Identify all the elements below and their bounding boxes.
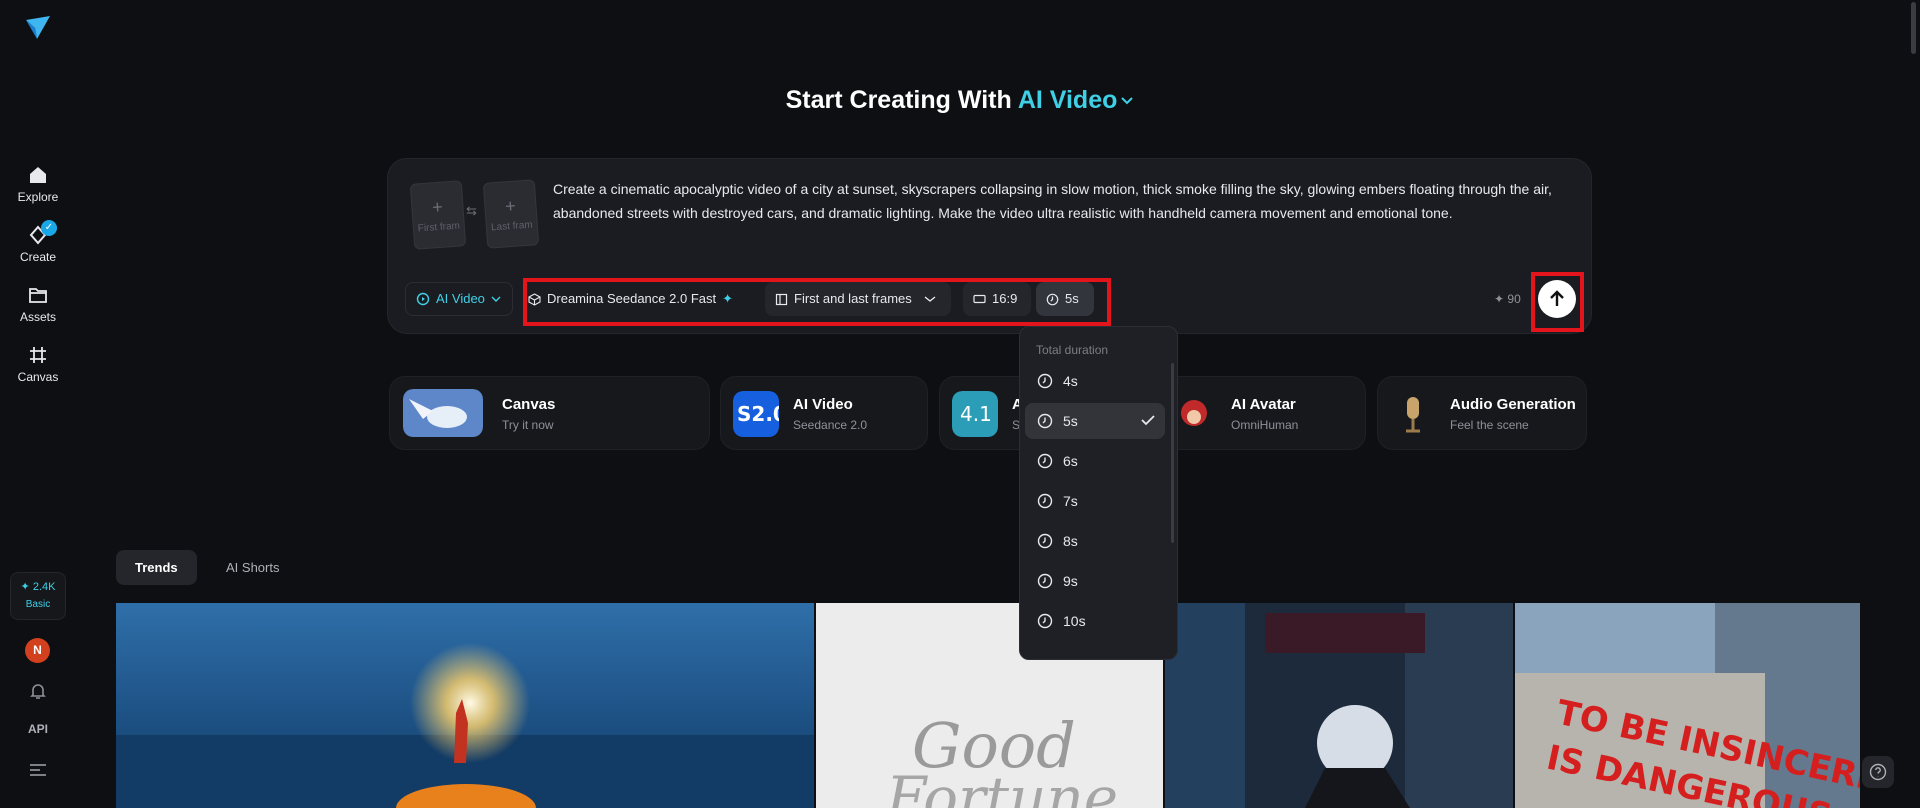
gallery-tile-glowing-sky[interactable] bbox=[116, 603, 814, 808]
feature-card-ai-avatar[interactable]: AI Avatar OmniHuman bbox=[1158, 376, 1366, 450]
sidebar-item-create[interactable]: ✓ Create bbox=[0, 220, 76, 264]
feature-title: Audio Generation bbox=[1450, 396, 1576, 413]
clock-icon bbox=[1037, 493, 1053, 509]
check-icon bbox=[1141, 415, 1155, 426]
feature-card-audio[interactable]: Audio Generation Feel the scene bbox=[1377, 376, 1587, 450]
option-label: 8s bbox=[1063, 533, 1078, 549]
feature-title: Canvas bbox=[502, 396, 556, 413]
sidebar-item-assets[interactable]: Assets bbox=[0, 284, 76, 324]
sidebar-item-label: Explore bbox=[17, 190, 59, 204]
model-4-1-thumbnail: 4.1 bbox=[952, 391, 998, 437]
clock-icon bbox=[1037, 373, 1053, 389]
duration-option-5s[interactable]: 5s bbox=[1025, 403, 1165, 439]
clock-icon bbox=[1037, 413, 1053, 429]
feature-card-ai-video[interactable]: S2.0 AI Video Seedance 2.0 bbox=[720, 376, 928, 450]
canvas-icon bbox=[30, 347, 46, 363]
duration-option-4s[interactable]: 4s bbox=[1025, 363, 1165, 399]
prompt-input[interactable]: Create a cinematic apocalyptic video of … bbox=[553, 177, 1573, 225]
prompt-card: + First fram ⇆ + Last fram Create a cine… bbox=[387, 158, 1592, 334]
clock-icon bbox=[1037, 573, 1053, 589]
question-icon bbox=[1869, 763, 1887, 781]
credits-count: ✦ 2.4K bbox=[20, 581, 56, 593]
feature-title: AI Avatar bbox=[1231, 396, 1296, 413]
title-prefix: Start Creating With bbox=[785, 86, 1012, 114]
clock-icon bbox=[1037, 533, 1053, 549]
clock-icon bbox=[1037, 453, 1053, 469]
plus-icon: + bbox=[431, 196, 444, 218]
mode-label: AI Video bbox=[436, 291, 485, 306]
page-title: Start Creating With AI Video bbox=[0, 86, 1920, 115]
option-label: 6s bbox=[1063, 453, 1078, 469]
home-icon bbox=[30, 167, 46, 183]
dropdown-scrollbar[interactable] bbox=[1171, 363, 1174, 543]
seedance-thumbnail: S2.0 bbox=[733, 391, 779, 437]
duration-option-7s[interactable]: 7s bbox=[1025, 483, 1165, 519]
credits-badge[interactable]: ✦ 2.4K Basic bbox=[10, 572, 66, 620]
highlight-box-toolbar bbox=[523, 278, 1111, 326]
first-frame-label: First fram bbox=[417, 220, 461, 235]
svg-text:S2.0: S2.0 bbox=[737, 402, 779, 426]
sidebar-item-canvas[interactable]: Canvas bbox=[0, 344, 76, 384]
api-link[interactable]: API bbox=[0, 722, 76, 736]
highlight-box-generate bbox=[1531, 272, 1584, 332]
duration-dropdown: Total duration 4s 5s 6s 7s 8s 9s 10s bbox=[1019, 326, 1178, 660]
avatar[interactable]: N bbox=[25, 638, 50, 663]
bell-icon[interactable] bbox=[28, 681, 48, 701]
feature-title: AI Video bbox=[793, 396, 853, 413]
option-label: 9s bbox=[1063, 573, 1078, 589]
mode-dropdown[interactable]: AI Video bbox=[405, 282, 513, 316]
first-frame-upload[interactable]: + First fram bbox=[409, 180, 467, 250]
feature-subtitle: Try it now bbox=[502, 418, 554, 432]
feature-card-canvas[interactable]: Canvas Try it now bbox=[389, 376, 710, 450]
feature-subtitle: Feel the scene bbox=[1450, 418, 1529, 432]
duration-option-9s[interactable]: 9s bbox=[1025, 563, 1165, 599]
dropdown-header: Total duration bbox=[1036, 343, 1109, 357]
clock-icon bbox=[1037, 613, 1053, 629]
chevron-down-icon bbox=[491, 296, 501, 302]
duration-option-10s[interactable]: 10s bbox=[1025, 603, 1165, 639]
sidebar-item-label: Assets bbox=[19, 310, 56, 324]
option-label: 7s bbox=[1063, 493, 1078, 509]
microphone-thumbnail bbox=[1390, 391, 1436, 437]
mode-selector[interactable]: AI Video bbox=[1018, 86, 1135, 114]
plus-icon: + bbox=[504, 195, 517, 217]
last-frame-label: Last fram bbox=[490, 219, 534, 234]
duration-option-6s[interactable]: 6s bbox=[1025, 443, 1165, 479]
svg-text:Fortune: Fortune bbox=[885, 764, 1118, 808]
check-badge-icon: ✓ bbox=[41, 220, 57, 236]
tab-trends[interactable]: Trends bbox=[116, 550, 197, 585]
option-label: 4s bbox=[1063, 373, 1078, 389]
video-mode-icon bbox=[416, 292, 430, 306]
option-label: 5s bbox=[1063, 413, 1078, 429]
last-frame-upload[interactable]: + Last fram bbox=[482, 179, 540, 249]
duration-option-8s[interactable]: 8s bbox=[1025, 523, 1165, 559]
gallery-tile-sign-wall[interactable]: TO BE INSINCERE IS DANGEROUS bbox=[1515, 603, 1860, 808]
page-scrollbar[interactable] bbox=[1911, 2, 1916, 54]
pegasus-thumbnail bbox=[403, 389, 483, 437]
feature-subtitle: Seedance 2.0 bbox=[793, 418, 868, 432]
tab-ai-shorts[interactable]: AI Shorts bbox=[207, 550, 298, 585]
sidebar-item-explore[interactable]: Explore bbox=[0, 164, 76, 204]
chevron-down-icon bbox=[1121, 97, 1134, 105]
credit-cost: ✦ 90 bbox=[1494, 292, 1521, 306]
app-logo-icon[interactable] bbox=[23, 12, 53, 42]
help-button[interactable] bbox=[1862, 756, 1894, 788]
folder-icon bbox=[29, 288, 47, 303]
sidebar-item-label: Create bbox=[19, 250, 57, 264]
plan-label: Basic bbox=[25, 599, 51, 610]
title-accent: AI Video bbox=[1017, 86, 1118, 114]
swap-icon[interactable]: ⇆ bbox=[466, 203, 480, 218]
gallery-tile-anime-city[interactable] bbox=[1165, 603, 1513, 808]
sidebar-item-label: Canvas bbox=[17, 370, 59, 384]
svg-text:4.1: 4.1 bbox=[960, 402, 992, 426]
sidebar: Explore ✓ Create Assets Canvas ✦ 2.4K Ba… bbox=[0, 0, 76, 808]
menu-icon[interactable] bbox=[29, 763, 47, 777]
feature-subtitle: OmniHuman bbox=[1231, 418, 1299, 432]
option-label: 10s bbox=[1063, 613, 1086, 629]
